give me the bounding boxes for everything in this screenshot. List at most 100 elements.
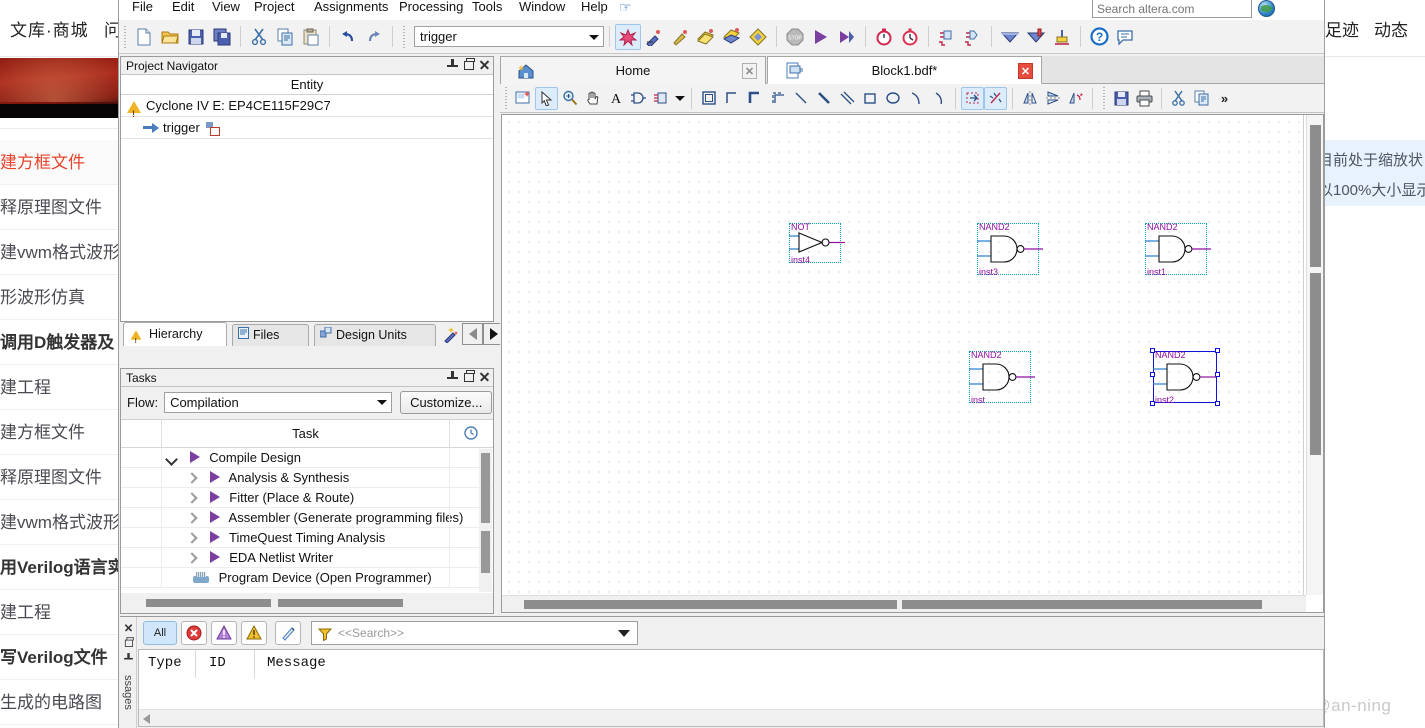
rotate-left-icon[interactable] <box>1064 87 1087 110</box>
web-outline-item[interactable]: 释原理图文件 <box>0 455 118 500</box>
web-nav-footprints[interactable]: 足迹 <box>1325 16 1359 41</box>
scrollbar-thumb[interactable] <box>481 531 490 573</box>
diagonal-node-line-icon[interactable] <box>789 87 812 110</box>
orthogonal-conduit-line-icon[interactable] <box>766 87 789 110</box>
task-row[interactable]: TimeQuest Timing Analysis <box>121 528 493 548</box>
start-analysis-icon[interactable] <box>834 24 860 50</box>
menu-file[interactable]: File <box>127 0 158 17</box>
chevron-right-icon[interactable] <box>187 533 197 543</box>
canvas-vertical-scrollbar[interactable] <box>1306 115 1323 595</box>
menu-view[interactable]: View <box>207 0 245 17</box>
select-arrow-icon[interactable] <box>535 86 558 110</box>
task-row[interactable]: EDA Netlist Writer <box>121 548 493 568</box>
stop-processing-icon[interactable]: STOP <box>782 24 808 50</box>
new-file-icon[interactable] <box>131 24 157 50</box>
float-icon[interactable] <box>463 370 475 383</box>
chevron-down-icon[interactable] <box>618 630 630 637</box>
tab-files[interactable]: Files <box>232 324 309 346</box>
messages-horizontal-scrollbar[interactable] <box>139 709 1323 726</box>
partial-line-selection-icon[interactable] <box>984 86 1007 110</box>
menu-assignments[interactable]: Assignments <box>309 0 393 17</box>
schematic-canvas[interactable]: NOT inst4 NAND2 inst3 NAND2 inst1 NAND2 … <box>502 115 1306 595</box>
toolbar-grip[interactable] <box>504 87 509 109</box>
rectangle-icon[interactable] <box>858 87 881 110</box>
dropdown-arrow-icon[interactable] <box>673 87 686 110</box>
rectangle-node-icon[interactable] <box>697 87 720 110</box>
chevron-down-icon[interactable] <box>377 400 388 405</box>
print-icon[interactable] <box>1133 87 1156 110</box>
float-icon[interactable] <box>124 637 134 647</box>
tab-scroll-left-button[interactable] <box>462 323 483 345</box>
paste-icon[interactable] <box>298 24 324 50</box>
task-row[interactable]: Compile Design <box>121 448 493 468</box>
column-divider[interactable] <box>195 650 196 678</box>
save-icon[interactable] <box>183 24 209 50</box>
assignment-editor-icon[interactable] <box>693 24 719 50</box>
messages-search-box[interactable]: <<Search>> <box>311 621 638 645</box>
timing-analyzer-icon[interactable] <box>871 24 897 50</box>
timequest-icon[interactable] <box>897 24 923 50</box>
close-icon[interactable] <box>479 58 490 71</box>
tab-hierarchy[interactable]: Hierarchy <box>123 322 227 349</box>
web-nav-library-mall[interactable]: 文库·商城 <box>10 16 89 41</box>
save-icon[interactable] <box>1110 87 1133 110</box>
help-icon[interactable]: ? <box>1086 24 1112 50</box>
flip-vertical-icon[interactable] <box>1041 87 1064 110</box>
gate-symbol[interactable]: NAND2 inst <box>969 350 1035 405</box>
redo-icon[interactable] <box>361 24 387 50</box>
overflow-icon[interactable]: » <box>1213 87 1236 110</box>
gate-symbol[interactable]: NAND2 inst3 <box>977 222 1043 277</box>
run-triangle-icon[interactable] <box>209 511 220 523</box>
gate-symbol[interactable]: NAND2 inst1 <box>1145 222 1211 277</box>
cut-icon[interactable] <box>246 24 272 50</box>
web-outline-item[interactable]: 建工程 <box>0 365 118 410</box>
undo-icon[interactable] <box>335 24 361 50</box>
toolbar-grip[interactable] <box>402 25 407 48</box>
oval-icon[interactable] <box>881 87 904 110</box>
settings-icon[interactable] <box>667 24 693 50</box>
chevron-down-icon[interactable] <box>167 453 177 463</box>
menu-window[interactable]: Window <box>514 0 570 17</box>
web-outline-item[interactable]: 用Verilog语言实 <box>0 545 118 590</box>
tasks-horizontal-scrollbar[interactable] <box>122 594 492 612</box>
project-combo[interactable]: trigger <box>414 26 604 47</box>
scrollbar-thumb[interactable] <box>146 599 271 607</box>
copy-icon[interactable] <box>1190 87 1213 110</box>
run-triangle-icon[interactable] <box>209 491 220 503</box>
programmer-icon[interactable] <box>997 24 1023 50</box>
chevron-right-icon[interactable] <box>187 473 197 483</box>
run-triangle-icon[interactable] <box>209 531 220 543</box>
web-outline-item[interactable]: 形波形仿真 <box>0 275 118 320</box>
programmer-alt-icon[interactable] <box>1023 24 1049 50</box>
scroll-arrow-icon[interactable] <box>143 714 150 724</box>
scrollbar-thumb[interactable] <box>1310 125 1321 267</box>
signaltap-icon[interactable] <box>1049 24 1075 50</box>
canvas-horizontal-scrollbar[interactable] <box>502 595 1306 612</box>
web-outline-item[interactable]: 释原理图文件 <box>0 185 118 230</box>
run-triangle-icon[interactable] <box>209 471 220 483</box>
diagonal-bus-line-icon[interactable] <box>812 87 835 110</box>
rubberbanding-icon[interactable] <box>961 86 984 110</box>
pin-icon[interactable] <box>124 652 133 662</box>
scrollbar-thumb[interactable] <box>902 600 1262 609</box>
error-icon[interactable] <box>181 621 207 645</box>
pin-planner-icon[interactable] <box>719 24 745 50</box>
save-all-icon[interactable] <box>209 24 235 50</box>
globe-icon[interactable] <box>1258 0 1275 17</box>
text-tool-icon[interactable]: A <box>604 87 627 110</box>
tab-design-units[interactable]: Design Units <box>314 324 436 346</box>
web-outline-item[interactable]: 写Verilog文件 <box>0 635 118 680</box>
rtl-viewer-icon[interactable] <box>934 24 960 50</box>
arc-icon[interactable] <box>904 87 927 110</box>
web-nav-dynamic[interactable]: 动态 <box>1374 16 1408 41</box>
menu-project[interactable]: Project <box>249 0 299 17</box>
filter-all-button[interactable]: All <box>143 621 177 645</box>
compile-wizard-icon[interactable] <box>641 24 667 50</box>
project-navigator-row[interactable]: trigger <box>121 117 493 139</box>
flip-horizontal-icon[interactable] <box>1018 87 1041 110</box>
start-compilation-icon[interactable] <box>808 24 834 50</box>
messages-table-body[interactable] <box>139 678 1323 708</box>
task-row[interactable]: Program Device (Open Programmer) <box>121 568 493 588</box>
gate-symbol-selected[interactable]: NAND2 inst2 <box>1150 348 1220 406</box>
open-file-icon[interactable] <box>157 24 183 50</box>
